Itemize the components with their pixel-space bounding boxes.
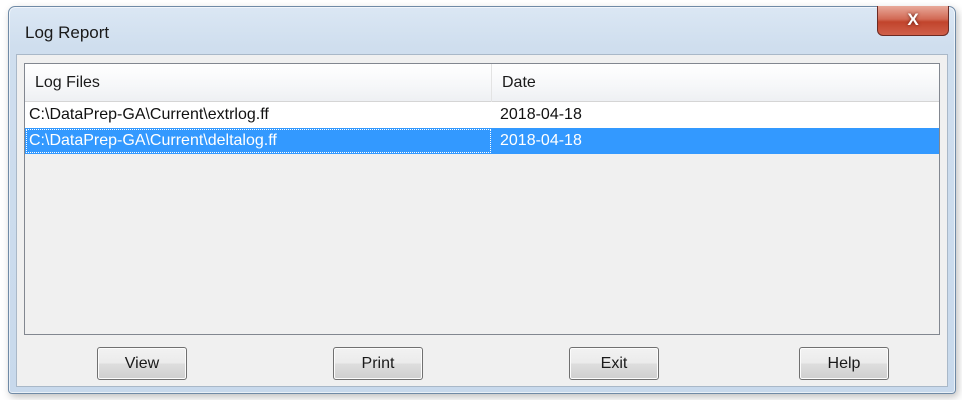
- exit-button[interactable]: Exit: [569, 347, 659, 380]
- close-button[interactable]: X: [877, 6, 949, 36]
- log-files-list[interactable]: Log Files Date C:\DataPrep-GA\Current\ex…: [24, 63, 940, 335]
- list-row-selected[interactable]: C:\DataPrep-GA\Current\deltalog.ff 2018-…: [25, 128, 939, 154]
- window-title: Log Report: [25, 23, 110, 42]
- row-file-path: C:\DataPrep-GA\Current\extrlog.ff: [29, 106, 269, 123]
- row-date: 2018-04-18: [500, 106, 582, 123]
- button-bar: View Print Exit Help: [17, 347, 947, 381]
- list-header: Log Files Date: [25, 64, 939, 102]
- list-row[interactable]: C:\DataPrep-GA\Current\extrlog.ff 2018-0…: [25, 102, 939, 128]
- column-header-date[interactable]: Date: [492, 64, 939, 102]
- column-header-log-files[interactable]: Log Files: [25, 64, 492, 102]
- log-report-window: Log Report X Log Files Date C:\DataPrep-…: [8, 6, 956, 394]
- close-icon: X: [907, 10, 919, 29]
- view-button[interactable]: View: [97, 347, 187, 380]
- print-button[interactable]: Print: [333, 347, 423, 380]
- row-file-path: C:\DataPrep-GA\Current\deltalog.ff: [25, 128, 492, 154]
- title-bar[interactable]: Log Report X: [9, 6, 955, 53]
- dialog-client-area: Log Files Date C:\DataPrep-GA\Current\ex…: [16, 54, 948, 387]
- row-date: 2018-04-18: [500, 132, 582, 149]
- help-button[interactable]: Help: [799, 347, 889, 380]
